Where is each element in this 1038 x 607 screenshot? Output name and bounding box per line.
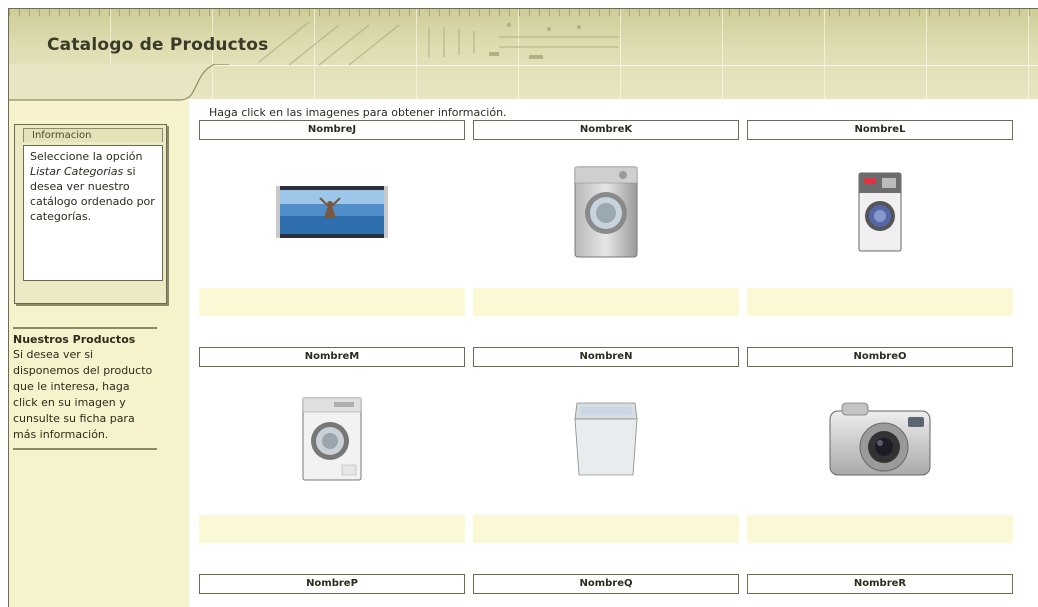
product-image[interactable]	[199, 369, 465, 509]
site-title: Catalogo de Productos	[47, 35, 269, 55]
header-curve-decoration	[9, 64, 229, 101]
product-image[interactable]	[473, 142, 739, 282]
listar-categorias-text: Listar Categorias	[30, 165, 124, 178]
caption-bar	[747, 515, 1013, 543]
product-name[interactable]: NombreO	[747, 347, 1013, 367]
product-cell[interactable]: NombreP	[199, 574, 465, 594]
productos-text: Si desea ver si disponemos del producto …	[13, 348, 153, 441]
product-cell[interactable]: NombreJ	[199, 120, 465, 316]
washing-machine-icon[interactable]	[302, 397, 362, 481]
product-name[interactable]: NombreR	[747, 574, 1013, 594]
info-box: Informacion Seleccione la opción Listar …	[14, 124, 167, 304]
product-name[interactable]: NombreM	[199, 347, 465, 367]
product-cell[interactable]: NombreN	[473, 347, 739, 543]
productos-title: Nuestros Productos	[13, 333, 136, 346]
product-cell[interactable]: NombreO	[747, 347, 1013, 543]
top-load-washer-icon[interactable]	[571, 399, 641, 479]
instructions-text: Haga click en las imagenes para obtener …	[209, 106, 507, 119]
product-image[interactable]	[747, 142, 1013, 282]
caption-bar	[747, 288, 1013, 316]
product-image[interactable]	[473, 369, 739, 509]
caption-bar	[473, 288, 739, 316]
washing-machine-icon[interactable]	[573, 165, 639, 259]
caption-bar	[473, 515, 739, 543]
circuit-decoration	[258, 21, 619, 66]
ruler-decoration	[9, 9, 1038, 16]
caption-bar	[199, 515, 465, 543]
info-text: Seleccione la opción Listar Categorias s…	[23, 145, 163, 281]
product-cell[interactable]: NombreM	[199, 347, 465, 543]
nuestros-productos-section: Nuestros Productos Si desea ver si dispo…	[13, 327, 157, 450]
camera-icon[interactable]	[828, 399, 932, 479]
page-frame: Catalogo de Productos Informacion Selecc…	[8, 8, 1038, 607]
product-name[interactable]: NombreL	[747, 120, 1013, 140]
product-name[interactable]: NombreJ	[199, 120, 465, 140]
product-image[interactable]	[747, 369, 1013, 509]
info-tab: Informacion	[23, 128, 163, 142]
product-image[interactable]	[199, 142, 465, 282]
tv-icon[interactable]	[276, 186, 388, 238]
product-cell[interactable]: NombreR	[747, 574, 1013, 594]
product-name[interactable]: NombreP	[199, 574, 465, 594]
product-name[interactable]: NombreQ	[473, 574, 739, 594]
product-name[interactable]: NombreN	[473, 347, 739, 367]
product-cell[interactable]: NombreL	[747, 120, 1013, 316]
info-text-part: Seleccione la opción	[30, 150, 143, 163]
commercial-washer-icon[interactable]	[858, 172, 902, 252]
caption-bar	[199, 288, 465, 316]
product-name[interactable]: NombreK	[473, 120, 739, 140]
product-cell[interactable]: NombreQ	[473, 574, 739, 594]
product-cell[interactable]: NombreK	[473, 120, 739, 316]
